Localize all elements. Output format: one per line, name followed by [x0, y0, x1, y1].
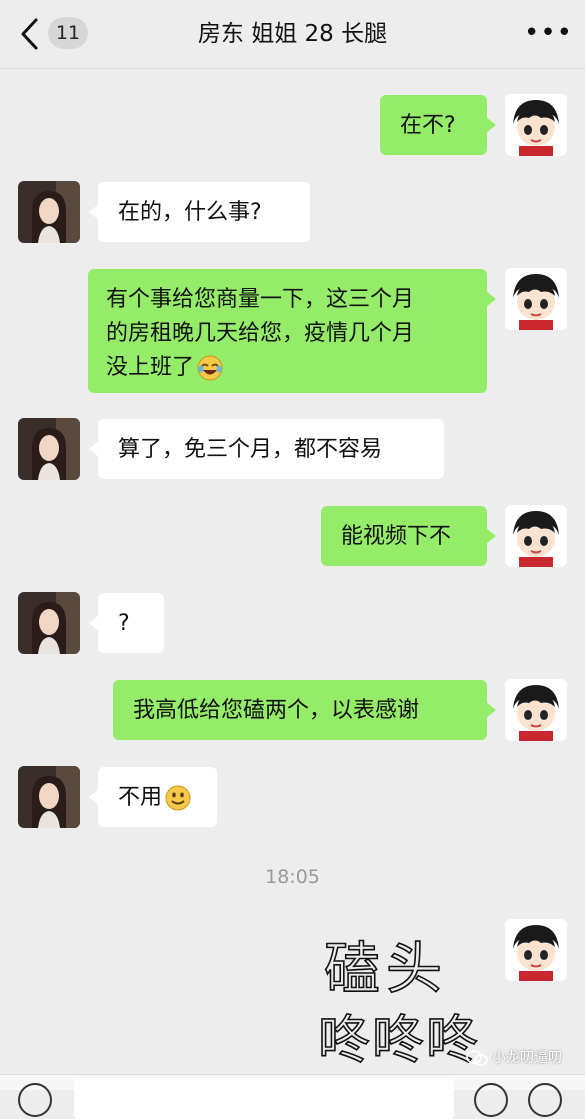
message-timestamp: 18:05	[265, 866, 320, 888]
more-options-icon[interactable]: •••	[524, 18, 572, 48]
message-text: 不用	[118, 785, 163, 810]
message-text: 我高低给您磕两个，以表感谢	[133, 698, 420, 723]
message-text: 在的，什么事?	[118, 200, 262, 225]
unread-count-badge[interactable]: 11	[48, 17, 88, 49]
message-bubble-received[interactable]: 在的，什么事?	[89, 182, 310, 242]
input-bar	[0, 1074, 585, 1119]
message-bubble-received[interactable]: 算了，免三个月，都不容易	[89, 419, 444, 479]
smile-emoji-icon	[165, 785, 191, 811]
more-actions-plus-icon[interactable]	[528, 1083, 562, 1117]
woman-photo-avatar-icon	[18, 592, 80, 654]
message-text-line-with-emoji: 没上班了	[106, 351, 469, 385]
message-text: 算了，免三个月，都不容易	[118, 437, 383, 462]
message-text-line: 有个事给您商量一下，这三个月	[106, 287, 415, 312]
chat-header: 11 房东 姐姐 28 长腿 •••	[0, 0, 585, 69]
contact-avatar[interactable]	[18, 592, 80, 654]
voice-input-icon[interactable]	[18, 1083, 52, 1117]
contact-avatar[interactable]	[18, 181, 80, 243]
my-avatar[interactable]	[505, 919, 567, 981]
cartoon-boy-avatar-icon	[505, 268, 567, 330]
cartoon-boy-avatar-icon	[505, 505, 567, 567]
watermark: 小龙叨逼叨	[466, 1043, 562, 1073]
sticker-line-2: 咚咚咚	[318, 1011, 480, 1071]
emoji-picker-icon[interactable]	[474, 1083, 508, 1117]
cartoon-boy-avatar-icon	[505, 94, 567, 156]
chat-title: 房东 姐姐 28 长腿	[197, 21, 388, 47]
back-chevron-icon[interactable]	[18, 16, 42, 52]
message-text-line: 没上班了	[106, 355, 195, 380]
cartoon-boy-avatar-icon	[505, 919, 567, 981]
message-text: 在不?	[400, 113, 456, 138]
my-avatar[interactable]	[505, 505, 567, 567]
message-text: ?	[118, 611, 130, 636]
message-bubble-sent[interactable]: 能视频下不	[321, 506, 496, 566]
woman-photo-avatar-icon	[18, 181, 80, 243]
woman-photo-avatar-icon	[18, 418, 80, 480]
message-bubble-sent[interactable]: 有个事给您商量一下，这三个月 的房租晚几天给您，疫情几个月 没上班了	[88, 269, 496, 393]
watermark-text: 小龙叨逼叨	[492, 1050, 562, 1066]
message-input[interactable]	[74, 1079, 454, 1119]
message-bubble-received[interactable]: ?	[89, 593, 164, 653]
message-bubble-received[interactable]: 不用	[89, 767, 217, 827]
cartoon-boy-avatar-icon	[505, 679, 567, 741]
message-text-line: 的房租晚几天给您，疫情几个月	[106, 321, 415, 346]
contact-avatar[interactable]	[18, 766, 80, 828]
message-bubble-sent[interactable]: 我高低给您磕两个，以表感谢	[113, 680, 496, 740]
my-avatar[interactable]	[505, 679, 567, 741]
contact-avatar[interactable]	[18, 418, 80, 480]
woman-photo-avatar-icon	[18, 766, 80, 828]
message-bubble-sent[interactable]: 在不?	[380, 95, 496, 155]
wechat-channel-icon	[466, 1050, 488, 1066]
sticker-line-1: 磕头	[324, 937, 448, 1002]
my-avatar[interactable]	[505, 94, 567, 156]
message-text: 能视频下不	[341, 524, 452, 549]
crying-laughing-emoji-icon	[197, 355, 223, 381]
my-avatar[interactable]	[505, 268, 567, 330]
